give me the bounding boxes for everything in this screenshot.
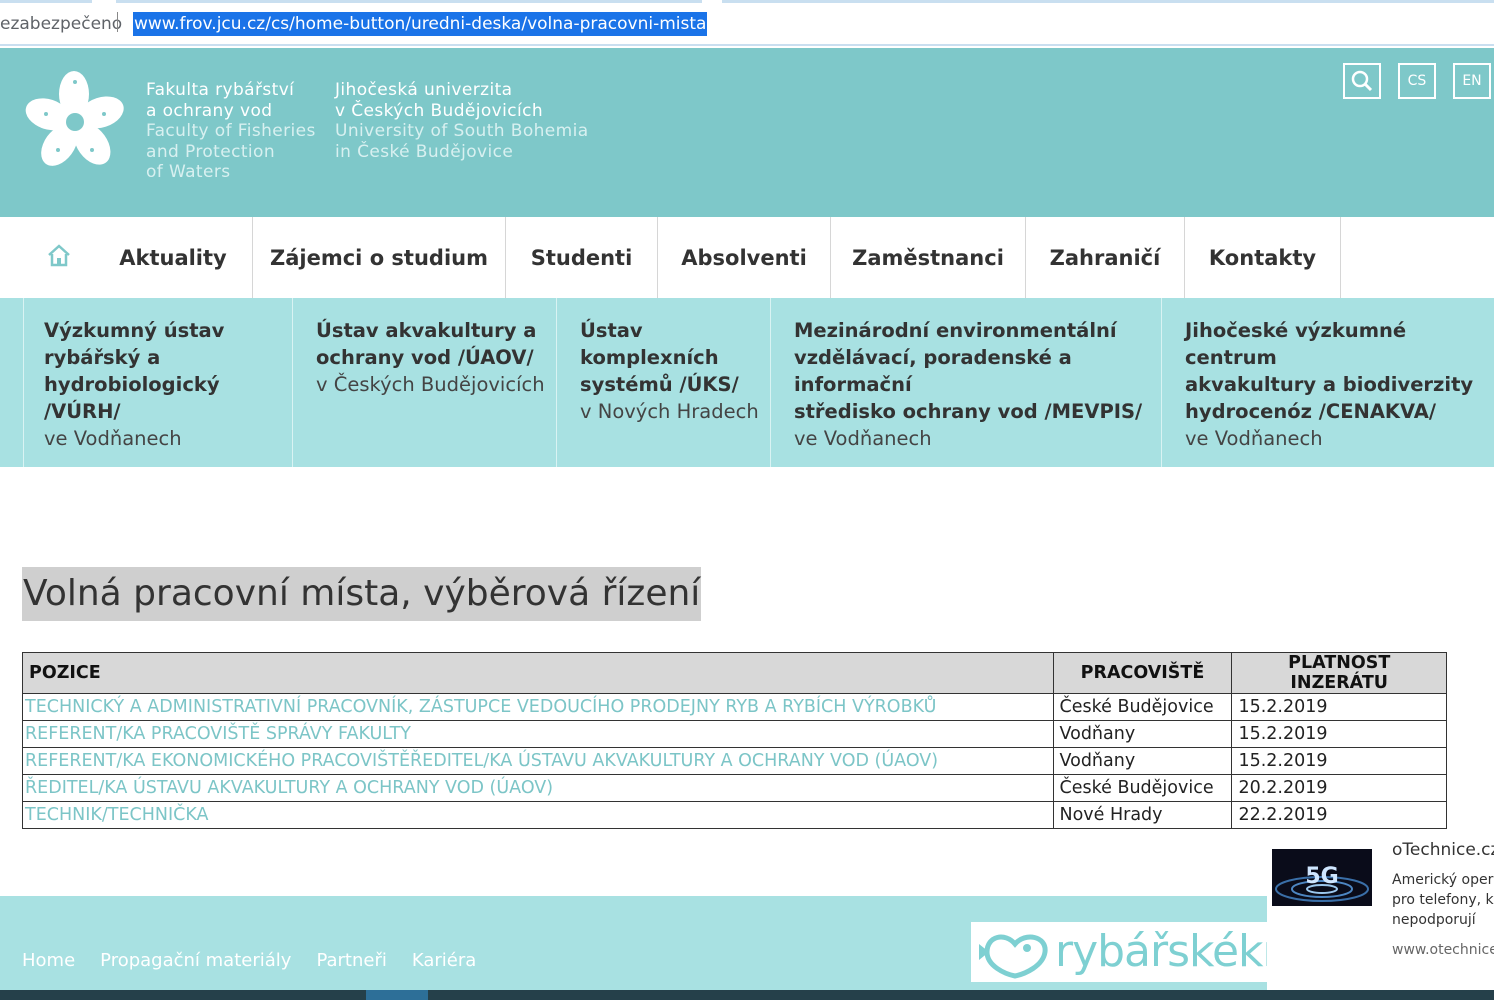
university-name-line: in České Budějovice: [335, 141, 514, 162]
ad-thumb-text: 5G: [1305, 864, 1338, 889]
table-row: REFERENT/KA EKONOMICKÉHO PRACOVIŠTĚŘEDIT…: [22, 747, 1447, 775]
ad-url: www.otechnice.: [1392, 942, 1494, 958]
footer-link-home[interactable]: Home: [22, 950, 75, 971]
institute-mevpis[interactable]: Mezinárodní environmentální vzdělávací, …: [770, 298, 1162, 467]
job-workplace: Vodňany: [1052, 720, 1233, 748]
nav-item-studenti[interactable]: Studenti: [506, 217, 658, 298]
job-position-link[interactable]: REFERENT/KA PRACOVIŠTĚ SPRÁVY FAKULTY: [22, 720, 1054, 748]
institute-title: Výzkumný ústav rybářský a hydrobiologick…: [44, 319, 225, 423]
ad-thumbnail: 5G: [1272, 849, 1372, 906]
main-navigation: Aktuality Zájemci o studium Studenti Abs…: [0, 217, 1494, 298]
university-name-line: Jihočeská univerzita: [335, 80, 513, 100]
faculty-name-line: of Waters: [146, 162, 231, 183]
footer-link-career[interactable]: Kariéra: [412, 950, 476, 971]
bottom-bar: [0, 990, 1494, 1000]
fish-heart-icon: [979, 934, 1048, 979]
page: ezabezpečeno www.frov.jcu.cz/cs/home-but…: [0, 0, 1494, 1000]
table-row: REFERENT/KA PRACOVIŠTĚ SPRÁVY FAKULTY Vo…: [22, 720, 1447, 748]
ad-body-line: nepodporují: [1392, 912, 1476, 928]
table-row: TECHNIK/TECHNIČKA Nové Hrady 22.2.2019: [22, 801, 1447, 829]
ad-source: oTechnice.cz: [1392, 840, 1494, 860]
institutes-bar: Výzkumný ústav rybářský a hydrobiologick…: [0, 298, 1494, 467]
site-header: Fakulta rybářství a ochrany vod Faculty …: [0, 48, 1494, 217]
faculty-name-line: and Protection: [146, 141, 275, 162]
5g-network-icon: 5G: [1275, 864, 1369, 902]
institute-uks[interactable]: Ústav komplexních systémů /ÚKS/ v Nových…: [556, 298, 771, 467]
university-name-line: University of South Bohemia: [335, 121, 589, 142]
institute-title: Jihočeské výzkumné centrum akvakultury a…: [1185, 319, 1474, 423]
job-validity: 15.2.2019: [1231, 693, 1447, 721]
ad-body-line: Americký operá: [1392, 872, 1494, 888]
job-workplace: České Budějovice: [1052, 774, 1233, 802]
bottom-bar-highlight: [366, 990, 428, 1000]
footer-link-promo-materials[interactable]: Propagační materiály: [100, 950, 291, 971]
job-workplace: Vodňany: [1052, 747, 1233, 775]
search-icon: [1351, 70, 1373, 92]
security-indicator[interactable]: ezabezpečeno: [0, 14, 122, 34]
faculty-name-line: Fakulta rybářství: [146, 80, 295, 100]
university-name-line: v Českých Budějovicích: [335, 100, 544, 121]
url-field[interactable]: www.frov.jcu.cz/cs/home-button/uredni-de…: [133, 12, 708, 36]
news-ad[interactable]: 5G oTechnice.cz Americký operá pro telef…: [1267, 830, 1494, 990]
job-validity: 15.2.2019: [1231, 747, 1447, 775]
column-header-validity: PLATNOST INZERÁTU: [1231, 652, 1447, 694]
nav-item-aktuality[interactable]: Aktuality: [94, 217, 253, 298]
institute-location: v Českých Budějovicích: [316, 373, 545, 396]
job-position-link[interactable]: TECHNIK/TECHNIČKA: [22, 801, 1054, 829]
language-en-button[interactable]: EN: [1453, 63, 1491, 99]
nav-item-kontakty[interactable]: Kontakty: [1185, 217, 1341, 298]
job-position-link[interactable]: REFERENT/KA EKONOMICKÉHO PRACOVIŠTĚŘEDIT…: [22, 747, 1054, 775]
faculty-flower-logo[interactable]: [24, 70, 130, 170]
job-validity: 22.2.2019: [1231, 801, 1447, 829]
nav-item-zahranici[interactable]: Zahraničí: [1026, 217, 1185, 298]
job-workplace: Nové Hrady: [1052, 801, 1233, 829]
job-position-link[interactable]: TECHNICKÝ A ADMINISTRATIVNÍ PRACOVNÍK, Z…: [22, 693, 1054, 721]
nav-item-zajemci-o-studium[interactable]: Zájemci o studium: [253, 217, 506, 298]
browser-address-bar: ezabezpečeno www.frov.jcu.cz/cs/home-but…: [0, 0, 1494, 46]
institute-vurh[interactable]: Výzkumný ústav rybářský a hydrobiologick…: [23, 298, 293, 467]
institute-location: ve Vodňanech: [1185, 427, 1323, 450]
faculty-name[interactable]: Fakulta rybářství a ochrany vod Faculty …: [146, 80, 316, 183]
institute-title: Ústav komplexních systémů /ÚKS/: [580, 319, 739, 396]
institute-location: ve Vodňanech: [794, 427, 932, 450]
faculty-name-line: Faculty of Fisheries: [146, 121, 316, 142]
table-row: ŘEDITEL/KA ÚSTAVU AKVAKULTURY A OCHRANY …: [22, 774, 1447, 802]
job-position-link[interactable]: ŘEDITEL/KA ÚSTAVU AKVAKULTURY A OCHRANY …: [22, 774, 1054, 802]
search-button[interactable]: [1343, 63, 1381, 99]
table-header-row: POZICE PRACOVIŠTĚ PLATNOST INZERÁTU: [22, 652, 1447, 694]
banner-text: rybářskéknil: [1055, 926, 1267, 977]
footer-link-partners[interactable]: Partneři: [316, 950, 386, 971]
job-workplace: České Budějovice: [1052, 693, 1233, 721]
institute-title: Ústav akvakultury a ochrany vod /ÚAOV/: [316, 319, 537, 369]
faculty-name-line: a ochrany vod: [146, 100, 273, 121]
ad-body: Americký operá pro telefony, kte nepodpo…: [1392, 870, 1494, 930]
institute-cenakva[interactable]: Jihočeské výzkumné centrum akvakultury a…: [1161, 298, 1494, 467]
job-validity: 20.2.2019: [1231, 774, 1447, 802]
language-cs-button[interactable]: CS: [1398, 63, 1436, 99]
table-row: TECHNICKÝ A ADMINISTRATIVNÍ PRACOVNÍK, Z…: [22, 693, 1447, 721]
job-validity: 15.2.2019: [1231, 720, 1447, 748]
jobs-table: POZICE PRACOVIŠTĚ PLATNOST INZERÁTU TECH…: [22, 652, 1447, 829]
address-separator: [117, 12, 118, 32]
column-header-position: POZICE: [22, 652, 1054, 694]
nav-item-absolventi[interactable]: Absolventi: [658, 217, 831, 298]
browser-tab-strip: [0, 0, 1494, 3]
nav-item-zamestnanci[interactable]: Zaměstnanci: [831, 217, 1026, 298]
fishing-books-banner[interactable]: rybářskéknil: [971, 922, 1267, 982]
page-title: Volná pracovní místa, výběrová řízení: [22, 567, 702, 621]
institute-title: Mezinárodní environmentální vzdělávací, …: [794, 319, 1143, 423]
institute-location: v Nových Hradech: [580, 400, 759, 423]
institute-uaov[interactable]: Ústav akvakultury a ochrany vod /ÚAOV/ v…: [292, 298, 557, 467]
institute-location: ve Vodňanech: [44, 427, 182, 450]
home-icon[interactable]: [44, 241, 74, 271]
ad-body-line: pro telefony, kte: [1392, 892, 1494, 908]
university-name[interactable]: Jihočeská univerzita v Českých Budějovic…: [335, 80, 589, 162]
footer-links: Home Propagační materiály Partneři Karié…: [22, 950, 476, 971]
column-header-workplace: PRACOVIŠTĚ: [1052, 652, 1233, 694]
